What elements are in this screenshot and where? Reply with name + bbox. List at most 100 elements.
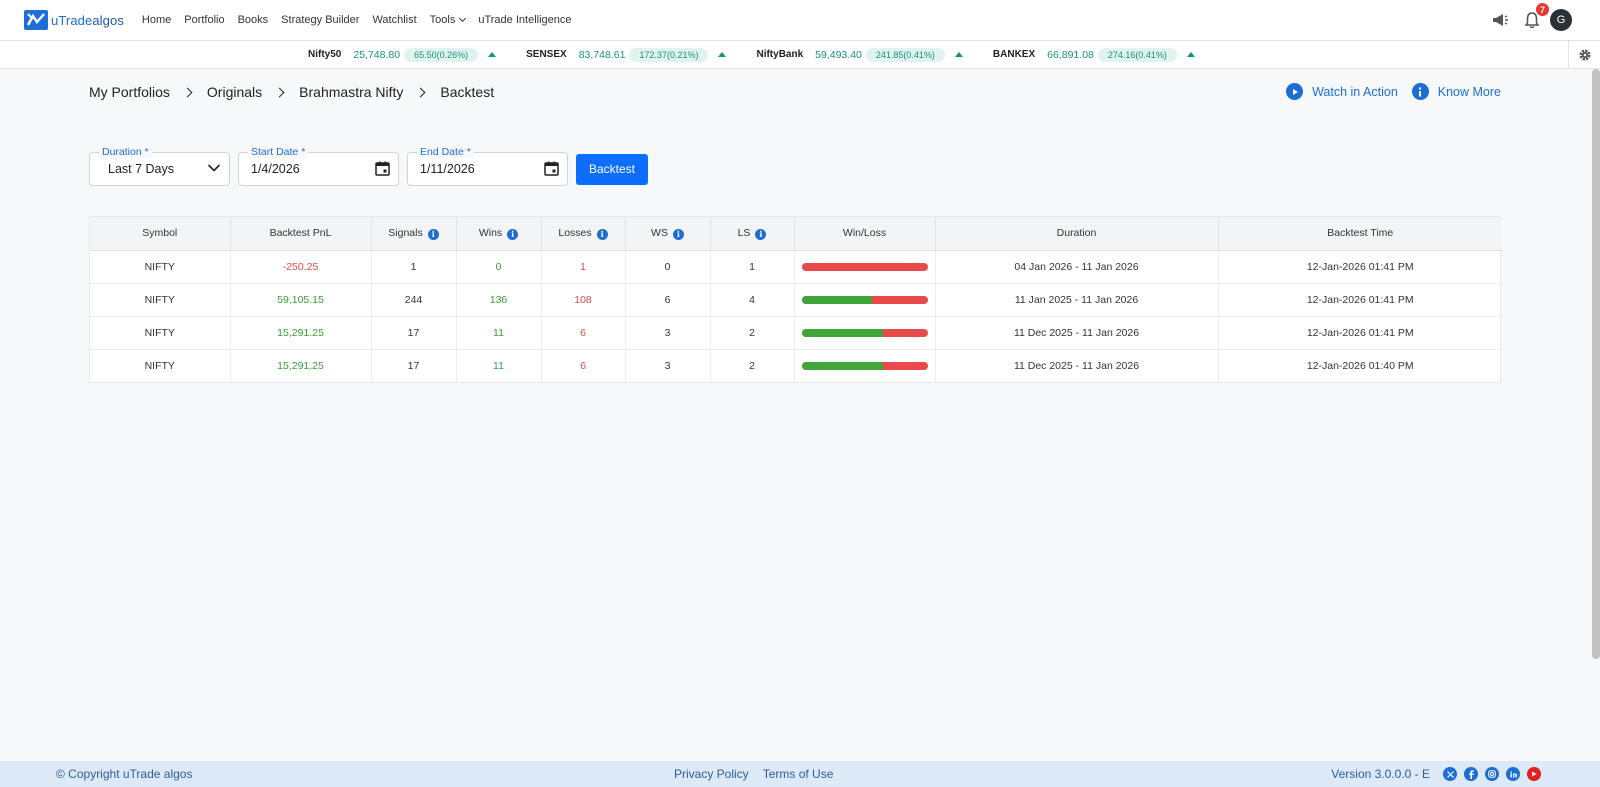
cell-ws: 3 xyxy=(625,316,711,350)
end-date-label: End Date * xyxy=(417,146,474,158)
ticker-item[interactable]: SENSEX 83,748.61 172.37(0.21%) xyxy=(526,47,727,62)
nav-utrade-intelligence[interactable]: uTrade Intelligence xyxy=(478,14,571,26)
cell-duration: 11 Jan 2025 - 11 Jan 2026 xyxy=(935,283,1219,317)
arrow-up-icon xyxy=(1186,52,1195,57)
cell-wins: 11 xyxy=(456,349,542,382)
end-date-field[interactable]: End Date * 1/11/2026 xyxy=(407,146,568,186)
col-wins-label: Wins xyxy=(478,227,503,239)
chevron-right-icon xyxy=(182,87,193,97)
linkedin-icon[interactable] xyxy=(1506,767,1520,781)
ticker-price: 59,493.40 xyxy=(815,48,862,61)
know-more-label: Know More xyxy=(1437,84,1501,99)
privacy-policy-link[interactable]: Privacy Policy xyxy=(674,767,749,781)
win-loss-bar-wins xyxy=(801,361,884,370)
col-signals-label: Signals xyxy=(388,227,423,239)
cell-signals: 244 xyxy=(371,283,457,317)
brand-name-prefix: uTrade xyxy=(51,12,93,28)
facebook-icon[interactable] xyxy=(1464,767,1478,781)
start-date-value: 1/4/2026 xyxy=(251,162,300,176)
col-losses-label: Losses xyxy=(558,227,592,239)
info-icon[interactable]: i xyxy=(755,228,767,240)
cell-backtest-time: 12-Jan-2026 01:40 PM xyxy=(1306,359,1414,372)
info-icon[interactable]: i xyxy=(596,228,608,240)
start-date-field[interactable]: Start Date * 1/4/2026 xyxy=(238,146,399,186)
chevron-right-icon xyxy=(415,87,426,97)
know-more-link[interactable]: Know More xyxy=(1411,83,1501,100)
info-icon[interactable]: i xyxy=(507,228,519,240)
backtest-form: Duration * Last 7 Days Start Date * 1/4/… xyxy=(89,146,649,186)
nav-home[interactable]: Home xyxy=(142,14,171,26)
duration-select[interactable]: Duration * Last 7 Days xyxy=(89,146,230,186)
announcement-button[interactable] xyxy=(1488,8,1512,32)
col-ls-label: LS xyxy=(737,227,751,239)
page-scrollbar[interactable] xyxy=(1592,69,1600,659)
backtest-button[interactable]: Backtest xyxy=(576,153,649,185)
instagram-icon[interactable] xyxy=(1485,767,1499,781)
table-row: NIFTY 15,291.25 17 11 6 3 2 11 Dec 2025 - 11 Ja… xyxy=(90,316,1502,350)
cell-backtest-time: 12-Jan-2026 01:41 PM xyxy=(1218,250,1502,284)
col-signals: Signals i xyxy=(371,217,457,251)
cell-losses: 1 xyxy=(541,250,626,284)
calendar-icon[interactable] xyxy=(544,161,559,176)
ticker-item[interactable]: BANKEX 66,891.08 274.16(0.41%) xyxy=(993,47,1195,62)
play-icon xyxy=(1286,83,1304,100)
cell-ls: 1 xyxy=(710,250,795,284)
arrow-up-icon xyxy=(954,52,963,57)
ticker-settings-button[interactable] xyxy=(1568,41,1600,68)
cell-duration: 04 Jan 2026 - 11 Jan 2026 xyxy=(935,250,1219,284)
table-row: NIFTY 15,291.25 17 11 6 3 2 11 Dec 2025 - 11 Ja… xyxy=(90,349,1502,382)
social-links xyxy=(1436,767,1541,781)
info-icon[interactable]: i xyxy=(672,228,684,240)
breadcrumb-my-portfolios[interactable]: My Portfolios xyxy=(89,84,170,100)
market-ticker: Nifty50 25,748.80 65.50(0.26%) SENSEX 83… xyxy=(0,41,1600,69)
cell-ws: 0 xyxy=(625,250,711,284)
info-icon[interactable]: i xyxy=(427,228,439,240)
gear-icon xyxy=(1579,49,1590,60)
ticker-item[interactable]: Nifty50 25,748.80 65.50(0.26%) xyxy=(308,47,497,62)
table-row: NIFTY -250.25 1 0 1 0 1 04 Jan 2026 - 11 Jan 20… xyxy=(90,250,1502,284)
nav-portfolio[interactable]: Portfolio xyxy=(184,14,224,26)
end-date-value: 1/11/2026 xyxy=(420,162,475,176)
notifications-button[interactable]: 7 xyxy=(1520,3,1549,32)
nav-tools[interactable]: Tools xyxy=(430,14,467,26)
notification-badge: 7 xyxy=(1536,3,1549,16)
breadcrumb-backtest: Backtest xyxy=(440,84,495,100)
col-ws: WS i xyxy=(625,217,711,251)
ticker-item[interactable]: NiftyBank 59,493.40 241.85(0.41%) xyxy=(756,47,963,62)
chevron-down-icon xyxy=(207,164,221,172)
nav-books[interactable]: Books xyxy=(238,14,269,26)
duration-label: Duration * xyxy=(99,146,152,158)
breadcrumb: My Portfolios Originals Brahmastra Nifty… xyxy=(89,84,494,100)
youtube-icon[interactable] xyxy=(1527,767,1541,781)
cell-ws: 3 xyxy=(625,349,711,382)
ticker-change: 241.85(0.41%) xyxy=(865,47,945,62)
watch-in-action-label: Watch in Action xyxy=(1312,84,1398,99)
col-win-loss: Win/Loss xyxy=(794,217,936,251)
nav-strategy-builder[interactable]: Strategy Builder xyxy=(281,14,359,26)
ticker-name: Nifty50 xyxy=(308,49,342,60)
cell-pnl: 59,105.15 xyxy=(230,283,372,317)
cell-duration: 11 Dec 2025 - 11 Jan 2026 xyxy=(935,316,1219,350)
watch-in-action-link[interactable]: Watch in Action xyxy=(1286,83,1398,100)
cell-symbol: NIFTY xyxy=(90,250,231,284)
ticker-name: NiftyBank xyxy=(756,49,804,60)
ticker-items: Nifty50 25,748.80 65.50(0.26%) SENSEX 83… xyxy=(308,41,1225,68)
arrow-up-icon xyxy=(718,52,727,57)
brand-logo[interactable]: uTradealgos xyxy=(24,10,124,30)
nav-links: Home Portfolio Books Strategy Builder Wa… xyxy=(142,14,585,26)
cell-ls: 2 xyxy=(710,349,795,382)
ticker-price: 66,891.08 xyxy=(1047,48,1094,61)
calendar-icon[interactable] xyxy=(375,161,390,176)
terms-of-use-link[interactable]: Terms of Use xyxy=(763,767,834,781)
avatar[interactable]: G xyxy=(1550,9,1572,31)
nav-watchlist[interactable]: Watchlist xyxy=(372,14,416,26)
col-ls: LS i xyxy=(710,217,795,251)
breadcrumb-originals[interactable]: Originals xyxy=(207,84,262,100)
col-symbol: Symbol xyxy=(90,217,231,251)
breadcrumb-brahmastra-nifty[interactable]: Brahmastra Nifty xyxy=(299,84,403,100)
x-twitter-icon[interactable] xyxy=(1443,767,1457,781)
table-row: NIFTY 59,105.15 244 136 108 6 4 11 Jan 2025 - 1… xyxy=(90,283,1502,317)
col-duration: Duration xyxy=(935,217,1219,251)
win-loss-bar xyxy=(801,328,928,337)
backtest-table: Symbol Backtest PnL Signals i Wins i Losse… xyxy=(89,216,1502,383)
